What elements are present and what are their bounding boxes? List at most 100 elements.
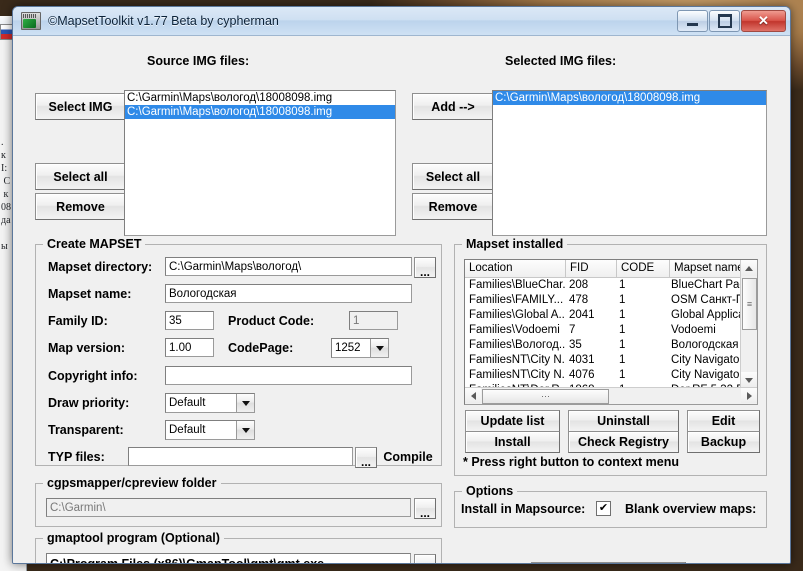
selected-img-heading: Selected IMG files: <box>505 54 616 68</box>
cell-fid: 208 <box>565 278 615 293</box>
title-bar[interactable]: ©MapsetToolkit v1.77 Beta by cypherman ✕ <box>13 7 790 36</box>
cell-fid: 4031 <box>565 353 615 368</box>
window-title: ©MapsetToolkit v1.77 Beta by cypherman <box>48 14 279 28</box>
product-code-label: Product Code: <box>228 314 314 328</box>
cell-location: FamiliesNT\City N... <box>465 368 565 383</box>
source-select-all-button[interactable]: Select all <box>35 163 126 190</box>
mapset-app-icon <box>21 12 41 30</box>
cell-code: 1 <box>615 338 667 353</box>
chevron-down-icon[interactable] <box>236 421 254 439</box>
scroll-down-arrow-icon[interactable] <box>741 372 757 388</box>
mapset-directory-browse-button[interactable]: ... <box>414 257 436 278</box>
table-row[interactable]: Families\FAMILY... 478 1 OSM Санкт-Петер… <box>465 293 757 308</box>
compile-button[interactable]: Compile <box>377 446 439 467</box>
chevron-down-icon[interactable] <box>370 339 388 357</box>
family-id-label: Family ID: <box>48 314 108 328</box>
cell-code: 1 <box>615 353 667 368</box>
transparent-label: Transparent: <box>48 423 124 437</box>
cell-code: 1 <box>615 278 667 293</box>
uninstall-button[interactable]: Uninstall <box>568 410 679 432</box>
cell-location: Families\BlueChar... <box>465 278 565 293</box>
table-row[interactable]: Families\BlueChar... 208 1 BlueChart Pac… <box>465 278 757 293</box>
table-row[interactable]: Families\Вологод... 35 1 Вологодская <box>465 338 757 353</box>
column-header-code[interactable]: CODE <box>617 260 670 277</box>
map-version-input[interactable]: 1.00 <box>165 338 214 357</box>
codepage-select[interactable]: 1252 <box>331 338 389 358</box>
close-button[interactable]: ✕ <box>741 10 786 32</box>
table-row[interactable]: FamiliesNT\City N... 4031 1 City Navigat… <box>465 353 757 368</box>
minimize-button[interactable] <box>677 10 708 32</box>
maximize-button[interactable] <box>709 10 740 32</box>
selected-remove-button[interactable]: Remove <box>412 193 494 220</box>
install-button[interactable]: Install <box>465 431 560 453</box>
column-header-fid[interactable]: FID <box>566 260 617 277</box>
typ-files-browse-button[interactable]: ... <box>355 447 377 468</box>
list-item[interactable]: C:\Garmin\Maps\вологод\18008098.img <box>125 91 395 105</box>
options-title: Options <box>462 484 517 498</box>
codepage-label: CodePage: <box>228 341 293 355</box>
product-code-input[interactable]: 1 <box>349 311 398 330</box>
table-row[interactable]: FamiliesNT\City N... 4076 1 City Navigat… <box>465 368 757 383</box>
cell-fid: 478 <box>565 293 615 308</box>
scroll-thumb[interactable]: ≡ <box>742 278 757 330</box>
mapset-name-input[interactable]: Вологодская <box>165 284 412 303</box>
cgpsmapper-browse-button[interactable]: ... <box>414 498 436 519</box>
mapsettoolkit-window: ©MapsetToolkit v1.77 Beta by cypherman ✕… <box>12 6 791 564</box>
cell-location: Families\Global A... <box>465 308 565 323</box>
maximize-icon <box>718 14 732 28</box>
family-id-input[interactable]: 35 <box>165 311 214 330</box>
draw-priority-select[interactable]: Default <box>165 393 255 413</box>
context-menu-hint: * Press right button to context menu <box>463 455 679 469</box>
install-in-mapsource-checkbox[interactable]: ✔ <box>596 501 611 516</box>
backup-button[interactable]: Backup <box>687 431 760 453</box>
cell-fid: 7 <box>565 323 615 338</box>
gmaptool-path-input[interactable]: C:\Program Files (x86)\GmapTool\gmt\gmt.… <box>46 553 411 564</box>
blank-overview-maps-label: Blank overview maps: <box>625 502 756 516</box>
gmaptool-browse-button[interactable]: ... <box>414 554 436 564</box>
draw-priority-label: Draw priority: <box>48 396 129 410</box>
cell-fid: 4076 <box>565 368 615 383</box>
table-horizontal-scrollbar[interactable]: ⋯ <box>465 387 757 404</box>
install-in-mapsource-label: Install in Mapsource: <box>461 502 585 516</box>
table-vertical-scrollbar[interactable]: ≡ <box>740 260 757 388</box>
source-remove-button[interactable]: Remove <box>35 193 126 220</box>
cell-code: 1 <box>615 308 667 323</box>
update-list-button[interactable]: Update list <box>465 410 560 432</box>
edit-button[interactable]: Edit <box>687 410 760 432</box>
mapset-installed-group: Mapset installed Location FID CODE Mapse… <box>454 244 767 476</box>
draw-priority-value: Default <box>169 397 205 409</box>
list-item[interactable]: C:\Garmin\Maps\вологод\18008098.img <box>125 105 395 119</box>
typ-files-input[interactable] <box>128 447 353 466</box>
check-registry-button[interactable]: Check Registry <box>568 431 679 453</box>
cell-code: 1 <box>615 323 667 338</box>
add-button[interactable]: Add --> <box>412 93 494 120</box>
transparent-select[interactable]: Default <box>165 420 255 440</box>
chevron-down-icon[interactable] <box>236 394 254 412</box>
mapset-name-label: Mapset name: <box>48 287 131 301</box>
selected-img-listbox[interactable]: C:\Garmin\Maps\вологод\18008098.img <box>492 90 767 236</box>
scroll-up-arrow-icon[interactable] <box>741 260 757 276</box>
table-row[interactable]: Families\Global A... 2041 1 Global Appli… <box>465 308 757 323</box>
copyright-info-input[interactable] <box>165 366 412 385</box>
cell-location: Families\Vodoemi <box>465 323 565 338</box>
gmaptool-program-title: gmaptool program (Optional) <box>43 531 224 545</box>
hscroll-thumb[interactable]: ⋯ <box>482 389 609 404</box>
mapset-installed-table[interactable]: Location FID CODE Mapset name Families\B… <box>464 259 758 405</box>
mapset-directory-input[interactable]: C:\Garmin\Maps\вологод\ <box>165 257 412 276</box>
cgpsmapper-folder-group: cgpsmapper/cpreview folder C:\Garmin\ ..… <box>35 483 442 527</box>
list-item[interactable]: C:\Garmin\Maps\вологод\18008098.img <box>493 91 766 105</box>
source-img-listbox[interactable]: C:\Garmin\Maps\вологод\18008098.img C:\G… <box>124 90 396 236</box>
table-row[interactable]: Families\Vodoemi 7 1 Vodoemi <box>465 323 757 338</box>
select-img-button[interactable]: Select IMG <box>35 93 126 120</box>
cell-location: Families\Вологод... <box>465 338 565 353</box>
scroll-right-arrow-icon[interactable] <box>741 388 757 403</box>
column-header-location[interactable]: Location <box>465 260 566 277</box>
mapset-installed-title: Mapset installed <box>462 237 567 251</box>
start-button[interactable]: START <box>531 562 686 564</box>
options-group: Options Install in Mapsource: ✔ Blank ov… <box>454 491 767 528</box>
cgpsmapper-folder-input[interactable]: C:\Garmin\ <box>46 498 411 517</box>
scroll-left-arrow-icon[interactable] <box>465 388 481 403</box>
table-header-row: Location FID CODE Mapset name <box>465 260 757 278</box>
selected-select-all-button[interactable]: Select all <box>412 163 494 190</box>
cell-location: FamiliesNT\City N... <box>465 353 565 368</box>
